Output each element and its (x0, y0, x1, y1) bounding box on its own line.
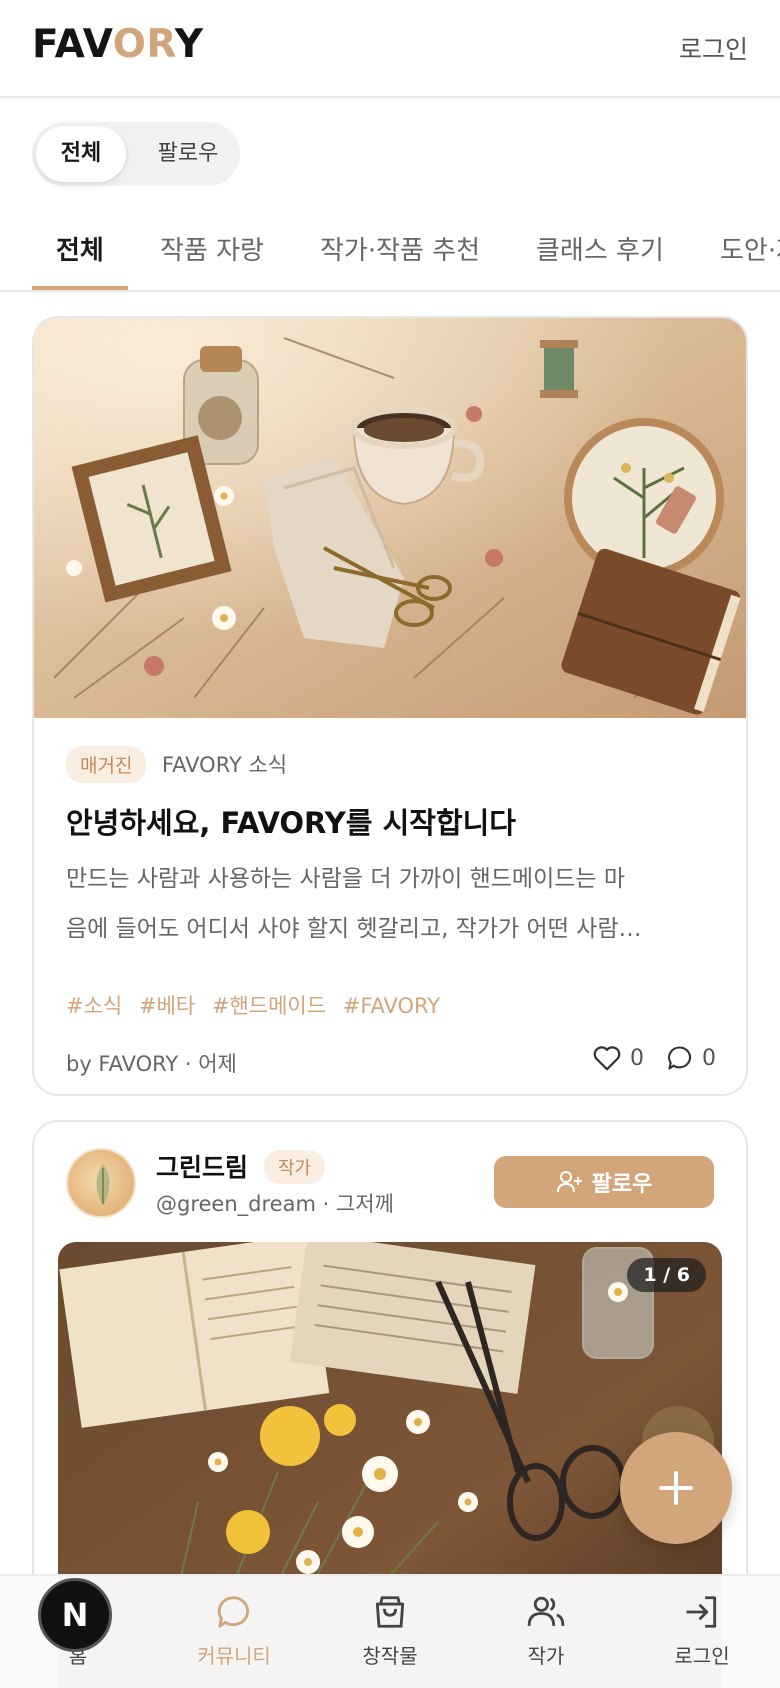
post-tags: #소식 #베타 #핸드메이드 #FAVORY (66, 990, 450, 1020)
like-button[interactable]: 0 (592, 1044, 644, 1072)
follow-button[interactable]: 팔로우 (494, 1156, 714, 1208)
nav-label: 로그인 (674, 1644, 730, 1668)
author-role-badge: 작가 (264, 1150, 326, 1184)
dev-tools-badge[interactable]: N (38, 1578, 112, 1652)
logo-text-end: Y (174, 22, 204, 67)
nav-item-login[interactable]: 로그인 (642, 1590, 762, 1669)
author-handle: @green_dream · 그저께 (156, 1192, 394, 1216)
excerpt-line: 음에 들어도 어디서 사야 할지 헷갈리고, 작가가 어떤 사람… (66, 916, 642, 942)
post-card-magazine[interactable]: 매거진 FAVORY 소식 안녕하세요, FAVORY를 시작합니다 만드는 사… (32, 316, 748, 1096)
comment-button[interactable]: 0 (666, 1044, 716, 1072)
logo-text-accent: OR (112, 22, 175, 67)
add-user-icon (556, 1171, 582, 1193)
shopping-bag-icon (330, 1590, 450, 1634)
category-tabs: 전체 작품 자랑 작가·작품 추천 클래스 후기 도안·자 (0, 204, 780, 292)
comment-count: 0 (702, 1045, 716, 1071)
nav-label: 커뮤니티 (197, 1644, 271, 1668)
nav-label: 창작물 (362, 1644, 418, 1668)
active-tab-indicator (32, 286, 128, 290)
tag[interactable]: #베타 (139, 994, 195, 1018)
post-title[interactable]: 안녕하세요, FAVORY를 시작합니다 (66, 800, 516, 842)
plus-icon (659, 1471, 693, 1505)
tab-class-review[interactable]: 클래스 후기 (536, 230, 664, 267)
post-category: FAVORY 소식 (162, 753, 288, 777)
nav-item-creations[interactable]: 창작물 (330, 1590, 450, 1669)
bottom-nav: 홈 커뮤니티 창작물 작가 로그인 (0, 1574, 780, 1688)
segment-all[interactable]: 전체 (36, 126, 126, 182)
tag[interactable]: #FAVORY (343, 994, 440, 1018)
nav-label: 작가 (527, 1644, 565, 1668)
header-login-link[interactable]: 로그인 (679, 30, 748, 66)
post-stats: 0 0 (570, 1044, 716, 1072)
avatar[interactable] (66, 1148, 136, 1218)
tag[interactable]: #핸드메이드 (212, 994, 326, 1018)
nav-item-community[interactable]: 커뮤니티 (174, 1590, 294, 1669)
segment-follow[interactable]: 팔로우 (140, 126, 236, 182)
logo-text: FAV (32, 22, 113, 67)
comment-icon (668, 1046, 692, 1070)
post-excerpt: 만드는 사람과 사용하는 사람을 더 가까이 핸드메이드는 마 음에 들어도 어… (66, 854, 716, 954)
post-byline: by FAVORY · 어제 (66, 1052, 237, 1076)
nav-item-artists[interactable]: 작가 (486, 1590, 606, 1669)
favory-logo[interactable]: FAVORY (32, 22, 204, 67)
excerpt-line: 만드는 사람과 사용하는 사람을 더 가까이 핸드메이드는 마 (66, 866, 626, 892)
tab-all[interactable]: 전체 (56, 230, 104, 267)
magazine-badge: 매거진 (66, 746, 147, 783)
login-icon (642, 1590, 762, 1634)
tab-recommend[interactable]: 작가·작품 추천 (320, 230, 480, 267)
post-cover-image[interactable] (34, 318, 746, 718)
craft-table-illustration (34, 318, 746, 718)
feed-filter-toggle: 전체 팔로우 (32, 122, 240, 186)
leaf-avatar-icon (96, 1164, 110, 1206)
image-counter: 1 / 6 (627, 1258, 706, 1292)
tab-showcase[interactable]: 작품 자랑 (160, 230, 264, 267)
post-content: 매거진 FAVORY 소식 안녕하세요, FAVORY를 시작합니다 만드는 사… (34, 718, 746, 1094)
like-count: 0 (630, 1045, 644, 1071)
heart-icon (593, 1046, 621, 1071)
users-icon (486, 1590, 606, 1634)
follow-label: 팔로우 (591, 1172, 653, 1197)
chat-bubble-icon (174, 1590, 294, 1634)
tag[interactable]: #소식 (66, 994, 122, 1018)
app-header: FAVORY 로그인 (0, 0, 780, 98)
author-name[interactable]: 그린드림 (156, 1148, 248, 1184)
create-post-button[interactable] (620, 1432, 732, 1544)
tab-patterns[interactable]: 도안·자 (720, 230, 780, 267)
